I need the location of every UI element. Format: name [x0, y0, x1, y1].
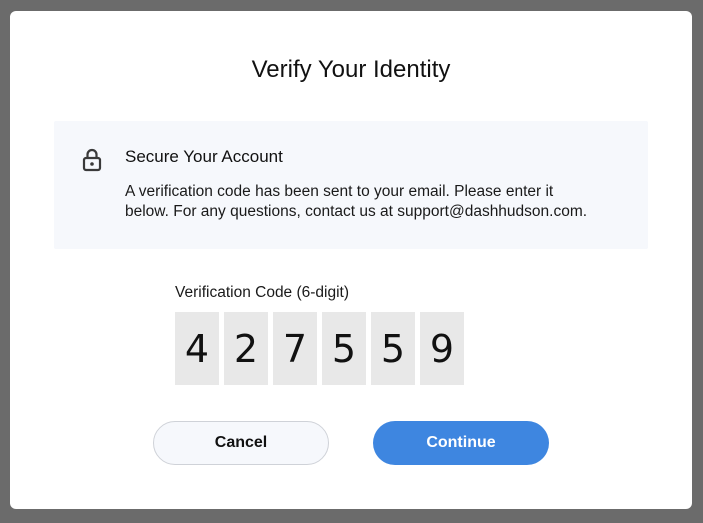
- verification-code-input: 4 2 7 5 5 9: [175, 312, 464, 385]
- code-digit-4[interactable]: 5: [322, 312, 366, 385]
- code-digit-3[interactable]: 7: [273, 312, 317, 385]
- code-digit-6[interactable]: 9: [420, 312, 464, 385]
- code-digit-2[interactable]: 2: [224, 312, 268, 385]
- verification-code-label: Verification Code (6-digit): [175, 284, 350, 301]
- info-message-line: A verification code has been sent to you…: [125, 183, 554, 200]
- lock-icon: [80, 147, 104, 173]
- info-message-line: below. For any questions, contact us at …: [125, 203, 588, 220]
- security-info-box: Secure Your Account A verification code …: [54, 121, 648, 249]
- verify-identity-dialog: Verify Your Identity Secure Your Account…: [10, 11, 692, 509]
- code-digit-5[interactable]: 5: [371, 312, 415, 385]
- info-message: A verification code has been sent to you…: [125, 182, 635, 222]
- info-heading: Secure Your Account: [125, 147, 283, 166]
- dialog-title: Verify Your Identity: [251, 56, 451, 83]
- continue-button[interactable]: Continue: [373, 421, 549, 465]
- cancel-button[interactable]: Cancel: [153, 421, 329, 465]
- code-digit-1[interactable]: 4: [175, 312, 219, 385]
